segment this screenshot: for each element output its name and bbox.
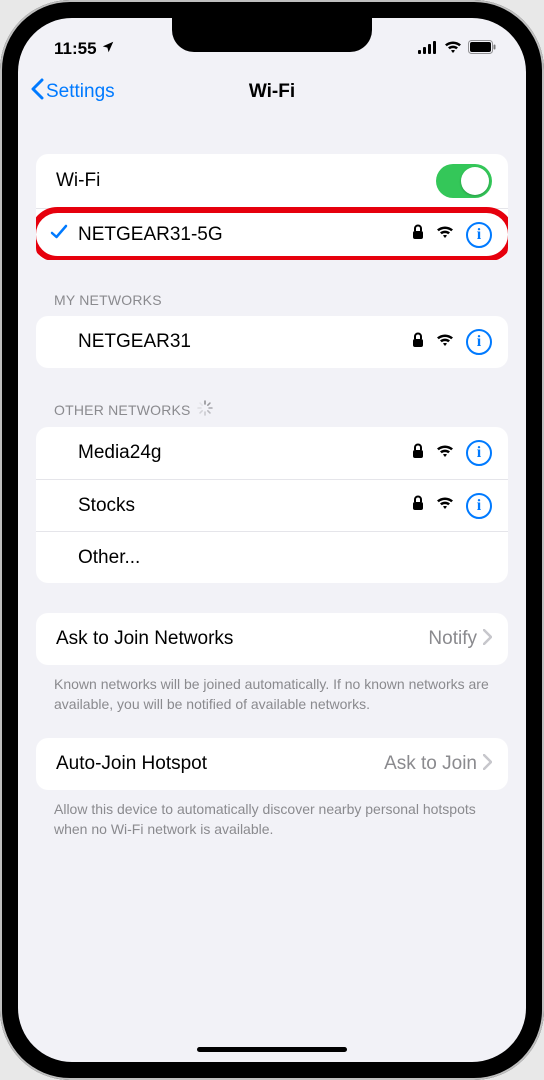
wifi-signal-icon <box>436 444 454 463</box>
chevron-right-icon <box>483 754 492 775</box>
location-arrow-icon <box>101 39 115 59</box>
other-networks-group: Media24g i Stocks <box>36 427 508 583</box>
connected-network-name: NETGEAR31-5G <box>78 224 223 246</box>
network-name: NETGEAR31 <box>78 331 191 353</box>
network-name: Media24g <box>78 442 161 464</box>
network-name: Stocks <box>78 495 135 517</box>
home-indicator[interactable] <box>197 1047 347 1052</box>
wifi-toggle-label: Wi-Fi <box>56 170 100 192</box>
status-time: 11:55 <box>54 39 97 59</box>
wifi-signal-icon <box>436 225 454 244</box>
wifi-signal-icon <box>436 333 454 352</box>
ask-join-label: Ask to Join Networks <box>56 628 233 650</box>
my-networks-group: NETGEAR31 i <box>36 316 508 368</box>
ask-join-group: Ask to Join Networks Notify <box>36 613 508 665</box>
nav-bar: Settings Wi-Fi <box>18 68 526 116</box>
other-label: Other... <box>78 547 140 569</box>
network-row[interactable]: Stocks i <box>36 479 508 531</box>
battery-icon <box>468 39 496 59</box>
auto-hotspot-group: Auto-Join Hotspot Ask to Join <box>36 738 508 790</box>
cellular-signal-icon <box>418 39 438 59</box>
info-button[interactable]: i <box>466 440 492 466</box>
other-networks-header: OTHER NETWORKS <box>54 400 508 419</box>
wifi-group: Wi-Fi NETGEAR31-5G <box>36 154 508 260</box>
info-button[interactable]: i <box>466 222 492 248</box>
ask-join-value: Notify <box>428 628 477 650</box>
info-button[interactable]: i <box>466 329 492 355</box>
notch <box>172 18 372 52</box>
auto-hotspot-footnote: Allow this device to automatically disco… <box>36 790 508 839</box>
back-button[interactable]: Settings <box>30 78 115 106</box>
wifi-status-icon <box>444 39 462 59</box>
screen: 11:55 <box>18 18 526 1062</box>
checkmark-icon <box>50 223 68 246</box>
auto-hotspot-row[interactable]: Auto-Join Hotspot Ask to Join <box>36 738 508 790</box>
wifi-signal-icon <box>436 496 454 515</box>
chevron-right-icon <box>483 629 492 650</box>
chevron-left-icon <box>30 78 44 106</box>
network-row[interactable]: Media24g i <box>36 427 508 479</box>
ask-join-row[interactable]: Ask to Join Networks Notify <box>36 613 508 665</box>
lock-icon <box>412 443 424 464</box>
page-title: Wi-Fi <box>249 81 295 103</box>
connected-network-row[interactable]: NETGEAR31-5G i <box>36 208 508 260</box>
wifi-toggle[interactable] <box>436 164 492 198</box>
ask-join-footnote: Known networks will be joined automatica… <box>36 665 508 714</box>
spinner-icon <box>197 400 213 419</box>
other-networks-header-label: OTHER NETWORKS <box>54 402 191 418</box>
back-label: Settings <box>46 81 115 103</box>
auto-hotspot-value: Ask to Join <box>384 753 477 775</box>
lock-icon <box>412 224 424 245</box>
phone-frame: 11:55 <box>0 0 544 1080</box>
other-network-row[interactable]: Other... <box>36 531 508 583</box>
info-button[interactable]: i <box>466 493 492 519</box>
lock-icon <box>412 332 424 353</box>
wifi-toggle-row: Wi-Fi <box>36 154 508 208</box>
network-row[interactable]: NETGEAR31 i <box>36 316 508 368</box>
lock-icon <box>412 495 424 516</box>
auto-hotspot-label: Auto-Join Hotspot <box>56 753 207 775</box>
my-networks-header: MY NETWORKS <box>54 292 508 308</box>
